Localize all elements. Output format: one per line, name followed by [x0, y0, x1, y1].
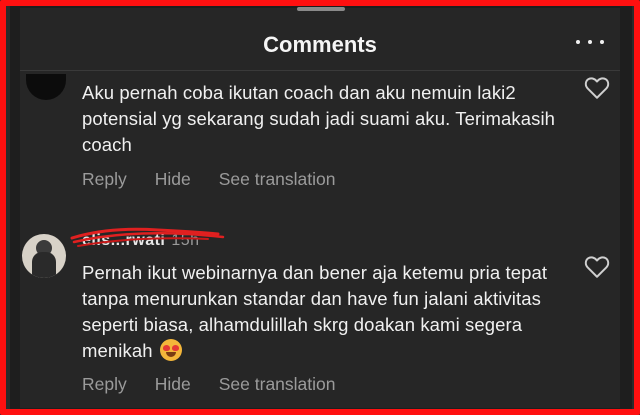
page-title: Comments: [263, 32, 377, 57]
drag-handle[interactable]: [297, 7, 345, 11]
hide-button[interactable]: Hide: [155, 169, 191, 190]
heart-eyes-emoji-icon: [159, 339, 182, 361]
heart-outline-icon[interactable]: [584, 76, 610, 100]
more-horizontal-icon[interactable]: [576, 32, 604, 52]
avatar[interactable]: [22, 234, 66, 278]
see-translation-button[interactable]: See translation: [219, 374, 336, 395]
background-edge: [632, 0, 640, 415]
see-translation-button[interactable]: See translation: [219, 169, 336, 190]
comment-text: Pernah ikut webinarnya dan bener aja ket…: [82, 260, 562, 364]
reply-button[interactable]: Reply: [82, 169, 127, 190]
hide-button[interactable]: Hide: [155, 374, 191, 395]
comments-header: Comments: [20, 22, 620, 71]
comment-text: Aku pernah coba ikutan coach dan aku nem…: [82, 82, 556, 155]
comment-actions: Reply Hide See translation: [82, 374, 336, 395]
reply-button[interactable]: Reply: [82, 374, 127, 395]
comment-body: Pernah ikut webinarnya dan bener aja ket…: [82, 262, 548, 361]
redaction-scribble: [70, 227, 225, 247]
background-edge: [0, 0, 10, 415]
comment-actions: Reply Hide See translation: [82, 169, 336, 190]
heart-outline-icon[interactable]: [584, 255, 610, 279]
